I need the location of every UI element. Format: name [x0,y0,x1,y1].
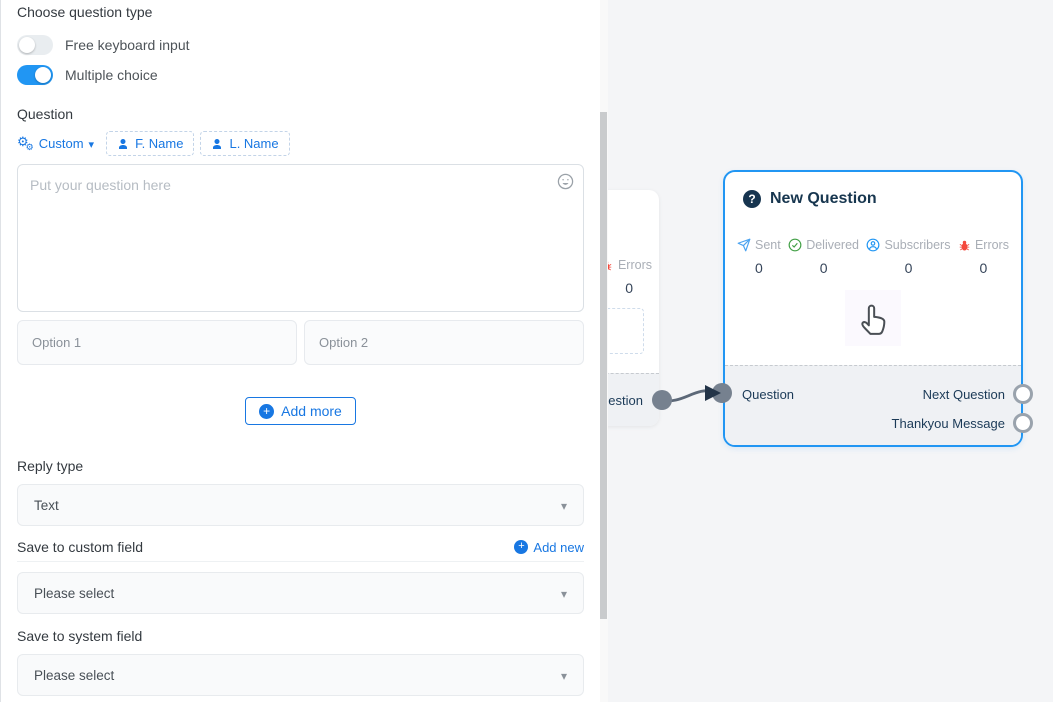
output-port-label-thankyou: Thankyou Message [892,416,1005,431]
stat-delivered: Delivered 0 [788,238,859,276]
free-keyboard-toggle-row: Free keyboard input [17,35,584,55]
stat-subscribers: Subscribers 0 [866,238,950,276]
add-new-label: Add new [533,540,584,555]
stat-errors-value: 0 [958,260,1009,276]
add-more-wrap: Add more [17,397,584,425]
reply-type-value: Text [34,498,59,513]
subscriber-icon [866,238,880,252]
stat-delivered-value: 0 [788,260,859,276]
option-2-input[interactable] [304,320,584,365]
question-textarea-wrap [17,164,584,315]
save-custom-field-select[interactable]: Please select [17,572,584,614]
add-more-button[interactable]: Add more [245,397,356,425]
check-circle-icon [788,238,802,252]
add-new-custom-field-link[interactable]: Add new [514,540,584,555]
person-icon [211,138,223,150]
reply-type-label: Reply type [17,458,584,474]
node-title: New Question [770,190,877,208]
panel-scrollbar-thumb[interactable] [600,112,607,619]
source-port-dot[interactable] [652,390,672,410]
question-text-input[interactable] [17,164,584,312]
bug-icon [958,239,971,252]
gears-icon [17,134,34,153]
question-settings-panel: Choose question type Free keyboard input… [0,0,600,702]
chevron-down-icon [561,668,567,683]
input-port-label: Question [742,387,794,402]
chevron-down-icon [89,136,95,151]
node-header: New Question [725,172,1021,208]
output-port-label-next-question: Next Question [923,387,1005,402]
reply-type-select[interactable]: Text [17,484,584,526]
chevron-down-icon [561,498,567,513]
option-1-input[interactable] [17,320,297,365]
partial-errors-label: Errors [618,258,652,272]
add-more-label: Add more [281,403,342,419]
last-name-variable-button[interactable]: L. Name [200,131,289,156]
question-circle-icon [743,190,761,208]
save-system-field-select[interactable]: Please select [17,654,584,696]
hand-pointer-cursor-icon [853,298,893,338]
chevron-down-icon [561,586,567,601]
node-ports-footer: Question Next Question Thankyou Message [725,365,1021,445]
free-keyboard-input-label: Free keyboard input [65,37,190,53]
plus-circle-icon [514,540,528,554]
answer-options-row [17,320,584,365]
emoji-picker-icon[interactable] [557,173,574,190]
save-custom-field-value: Please select [34,586,114,601]
toggle-knob [19,37,35,53]
question-section-label: Question [17,106,584,122]
custom-button-label: Custom [39,136,84,151]
stat-errors: Errors 0 [958,238,1009,276]
output-port-thankyou[interactable] [1013,413,1033,433]
save-system-field-value: Please select [34,668,114,683]
output-port-next-question[interactable] [1013,384,1033,404]
cursor-highlight [845,290,901,346]
send-icon [737,238,751,252]
save-custom-field-label: Save to custom field [17,539,143,555]
multiple-choice-toggle-row: Multiple choice [17,65,584,85]
stat-subscribers-value: 0 [866,260,950,276]
flow-builder-screen: { "left_panel": { "choose_question_type_… [0,0,1053,702]
stat-sent-value: 0 [737,260,781,276]
flow-edge [648,376,740,412]
panel-scrollbar-track[interactable] [600,0,608,702]
save-system-field-label: Save to system field [17,628,584,644]
last-name-button-label: L. Name [229,136,278,151]
custom-variable-dropdown-button[interactable]: Custom [17,130,100,157]
node-stats-row: Sent 0 Delivered 0 Subscribers 0 Errors … [725,238,1021,276]
choose-question-type-label: Choose question type [17,4,584,20]
multiple-choice-toggle[interactable] [17,65,53,85]
first-name-variable-button[interactable]: F. Name [106,131,194,156]
toggle-knob [35,67,51,83]
save-custom-field-row: Save to custom field Add new [17,539,584,562]
plus-circle-icon [259,404,274,419]
person-icon [117,138,129,150]
free-keyboard-input-toggle[interactable] [17,35,53,55]
new-question-node[interactable]: New Question Sent 0 Delivered 0 Subscrib… [723,170,1023,447]
first-name-button-label: F. Name [135,136,183,151]
stat-sent: Sent 0 [737,238,781,276]
multiple-choice-label: Multiple choice [65,67,158,83]
variable-buttons-row: Custom F. Name L. Name [17,130,584,157]
partial-errors-value: 0 [625,280,633,296]
